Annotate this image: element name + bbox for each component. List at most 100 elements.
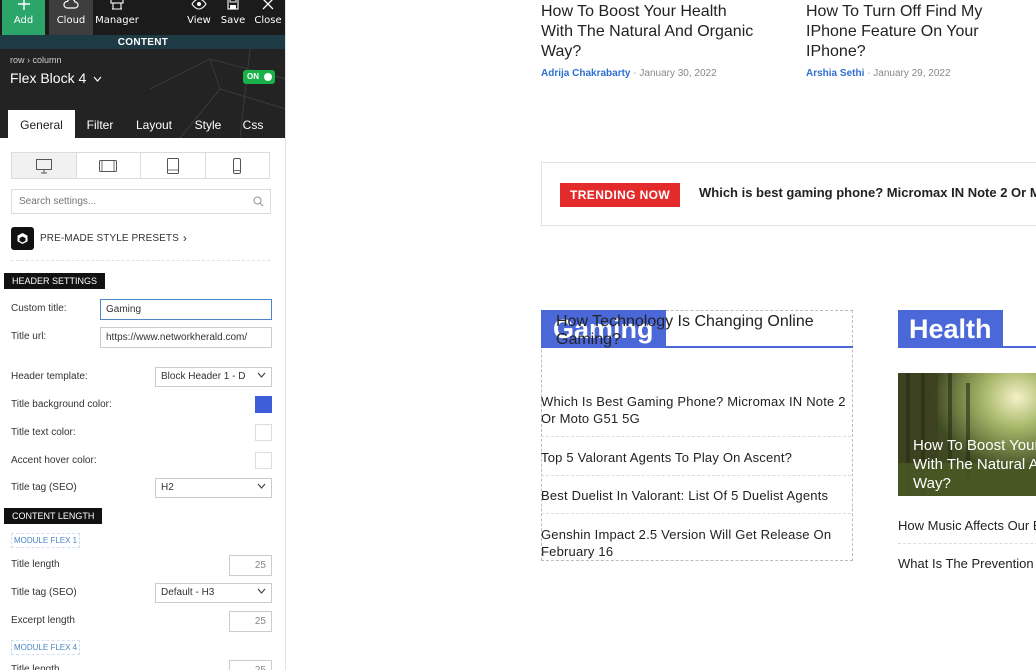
list-item[interactable]: What Is The Prevention Of Lung Cancer?	[898, 556, 1036, 571]
title-text-color-label: Title text color:	[11, 427, 76, 438]
cube-icon	[17, 232, 28, 244]
search-input[interactable]	[12, 190, 242, 213]
title-tag-label: Title tag (SEO)	[11, 482, 77, 493]
close-button[interactable]: Close	[251, 0, 285, 35]
divider	[898, 543, 1036, 544]
settings-tabs: General Filter Layout Style Css	[0, 105, 285, 138]
health-featured-image[interactable]: How To Boost Your Health With The Natura…	[898, 373, 1036, 496]
chevron-down-icon	[257, 588, 266, 594]
tablet-landscape-icon	[99, 159, 118, 172]
tab-layout[interactable]: Layout	[130, 113, 178, 138]
breadcrumb[interactable]: row › column	[10, 55, 62, 65]
cloud-label: Cloud	[56, 15, 86, 26]
excerpt-length-input[interactable]: 25	[229, 611, 272, 632]
view-label: View	[187, 15, 211, 26]
article-date: January 30, 2022	[639, 68, 717, 79]
toggle-label: ON	[247, 72, 259, 81]
desktop-icon	[35, 158, 52, 173]
style-presets-link[interactable]: PRE-MADE STYLE PRESETS ›	[11, 226, 187, 250]
tablet-portrait-icon	[166, 157, 179, 174]
title-tag-select[interactable]: H2	[155, 478, 272, 498]
divider	[541, 475, 851, 476]
block-title: Flex Block 4	[10, 70, 87, 86]
chevron-down-icon	[93, 76, 102, 82]
tab-filter[interactable]: Filter	[80, 113, 120, 138]
device-tablet-landscape[interactable]	[77, 153, 141, 178]
device-tablet-portrait[interactable]	[141, 153, 206, 178]
accent-hover-color-label: Accent hover color:	[11, 455, 97, 466]
title-text-color-swatch[interactable]	[255, 424, 272, 441]
list-item[interactable]: Which Is Best Gaming Phone? Micromax IN …	[541, 393, 851, 427]
health-featured-title: How To Boost Your Health With The Natura…	[913, 437, 1036, 492]
accent-hover-color-swatch[interactable]	[255, 452, 272, 469]
content-length-heading: CONTENT LENGTH	[4, 508, 103, 524]
overlay-article-title[interactable]: How Technology Is Changing Online Gaming…	[556, 313, 846, 349]
list-item[interactable]: Best Duelist In Valorant: List Of 5 Duel…	[541, 487, 851, 504]
close-icon	[262, 0, 274, 10]
block-title-dropdown[interactable]: Flex Block 4	[10, 70, 102, 86]
article-date: January 29, 2022	[873, 68, 951, 79]
block-toggle[interactable]: ON	[243, 70, 275, 84]
module-flex-1-label: MODULE FLEX 1	[11, 533, 81, 548]
article-title[interactable]: How To Boost Your Health With The Natura…	[541, 2, 761, 62]
toggle-knob	[264, 73, 272, 81]
presets-icon-box	[11, 226, 34, 250]
custom-title-input[interactable]: Gaming	[100, 299, 272, 320]
header-settings-heading: HEADER SETTINGS	[4, 273, 106, 289]
header-template-value: Block Header 1 - D	[161, 371, 246, 382]
chevron-down-icon	[257, 372, 266, 378]
title-tag-value: H2	[161, 482, 174, 493]
health-title[interactable]: Health	[898, 310, 1003, 346]
tab-css[interactable]: Css	[238, 113, 268, 138]
excerpt-length-label: Excerpt length	[11, 615, 75, 626]
close-label: Close	[254, 15, 282, 26]
title-length-input[interactable]: 25	[229, 555, 272, 576]
title-tag-seo-label: Title tag (SEO)	[11, 587, 77, 598]
device-switcher	[11, 152, 270, 179]
header-template-select[interactable]: Block Header 1 - D	[155, 367, 272, 387]
editor-toolbar: Add Cloud Manager View Save Close	[0, 0, 285, 35]
phone-icon	[233, 157, 242, 174]
module-title-tag-value: Default - H3	[161, 587, 215, 598]
tab-style[interactable]: Style	[190, 113, 226, 138]
view-button[interactable]: View	[183, 0, 215, 35]
article-author[interactable]: Arshia Sethi	[806, 68, 864, 79]
divider	[11, 260, 270, 261]
trending-headline[interactable]: Which is best gaming phone? Micromax IN …	[699, 185, 1036, 200]
manager-button[interactable]: Manager	[93, 0, 141, 35]
settings-search	[11, 189, 271, 214]
device-phone[interactable]	[206, 153, 270, 178]
manager-label: Manager	[95, 15, 139, 26]
add-label: Add	[13, 15, 34, 26]
list-item[interactable]: Top 5 Valorant Agents To Play On Ascent?	[541, 449, 851, 466]
floppy-icon	[227, 0, 239, 10]
article-author[interactable]: Adrija Chakrabarty	[541, 68, 630, 79]
block-context-header: CONTENT row › column Flex Block 4 ON Gen…	[0, 35, 285, 138]
title-length-4-input[interactable]: 25	[229, 660, 272, 670]
title-length-label: Title length	[11, 559, 60, 570]
divider	[541, 513, 851, 514]
article-title[interactable]: How To Turn Off Find My IPhone Feature O…	[806, 2, 1026, 62]
list-item[interactable]: How Music Affects Our Brain?	[898, 518, 1036, 533]
meta-separator: -	[633, 68, 637, 79]
cloud-button[interactable]: Cloud	[49, 0, 93, 35]
add-button[interactable]: Add	[2, 0, 45, 35]
save-button[interactable]: Save	[217, 0, 249, 35]
divider	[541, 436, 851, 437]
article-meta: Arshia Sethi - January 29, 2022	[806, 68, 951, 79]
editor-panel: Add Cloud Manager View Save Close CONTEN…	[0, 0, 286, 670]
list-item[interactable]: Genshin Impact 2.5 Version Will Get Rele…	[541, 526, 851, 560]
module-title-tag-select[interactable]: Default - H3	[155, 583, 272, 603]
module-flex-4-label: MODULE FLEX 4	[11, 640, 81, 655]
health-block-header: Health	[898, 310, 1036, 348]
title-bg-color-swatch[interactable]	[255, 396, 272, 413]
presets-label: PRE-MADE STYLE PRESETS	[40, 232, 179, 244]
article-meta: Adrija Chakrabarty - January 30, 2022	[541, 68, 717, 79]
search-icon	[253, 196, 264, 207]
chevron-down-icon	[257, 483, 266, 489]
tab-general[interactable]: General	[8, 110, 75, 138]
device-desktop[interactable]	[12, 153, 77, 178]
meta-separator: -	[867, 68, 871, 79]
title-url-input[interactable]: https://www.networkherald.com/	[100, 327, 272, 348]
cloud-icon	[63, 0, 79, 9]
